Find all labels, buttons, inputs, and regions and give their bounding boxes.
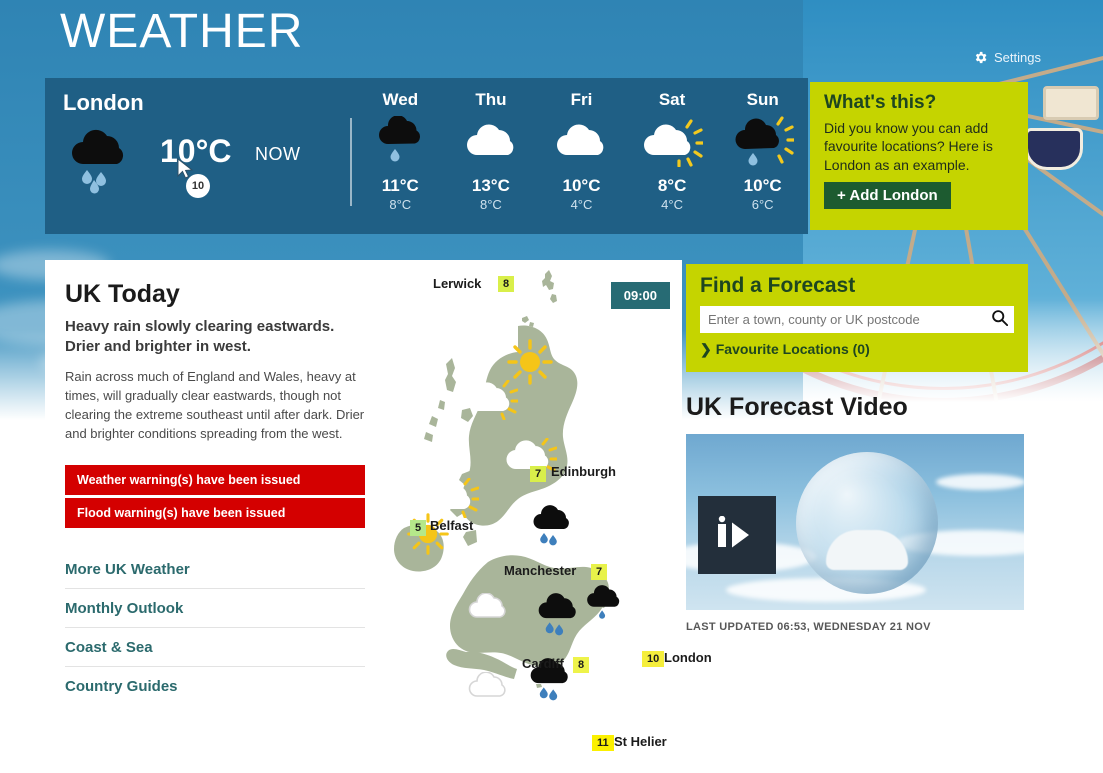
find-forecast-heading: Find a Forecast xyxy=(700,274,856,297)
uk-today-body: Rain across much of England and Wales, h… xyxy=(65,369,365,441)
day-min-temp: 8°C xyxy=(389,197,412,212)
link-more-uk-weather[interactable]: More UK Weather xyxy=(65,550,365,590)
uk-today-text: UK Today Heavy rain slowly clearing east… xyxy=(65,280,365,705)
flood-warning-banner[interactable]: Flood warning(s) have been issued xyxy=(65,498,365,529)
uk-today-links: More UK Weather Monthly Outlook Coast & … xyxy=(65,550,365,705)
city-label-cardiff: Cardiff xyxy=(522,656,564,671)
uk-weather-map[interactable]: 09:00 Lerwick 8 7 Edinburgh 5 Belfast Ma… xyxy=(370,260,712,751)
day-name: Thu xyxy=(475,90,507,109)
day-min-temp: 4°C xyxy=(661,197,683,212)
link-country-guides[interactable]: Country Guides xyxy=(65,667,365,705)
link-monthly-outlook[interactable]: Monthly Outlook xyxy=(65,589,365,629)
day-name: Wed xyxy=(382,90,419,109)
search-row[interactable] xyxy=(700,306,1014,333)
sunny-intervals-icon xyxy=(627,114,718,172)
link-coast-and-sea[interactable]: Coast & Sea xyxy=(65,628,365,668)
cursor-temp-badge: 10 xyxy=(186,174,210,198)
day-forecast-sat[interactable]: Sat 8°C 4°C xyxy=(627,78,718,234)
uk-forecast-video-section: UK Forecast Video LAST UPDATED 06:53, WE… xyxy=(686,393,1028,633)
cloudy-icon xyxy=(536,114,627,172)
current-now-label: NOW xyxy=(255,144,301,164)
bubble-cloud-graphic xyxy=(826,530,908,570)
map-sunny-intervals-icon-north-west xyxy=(466,379,520,425)
light-rain-shower-icon xyxy=(355,114,446,172)
day-name: Sun xyxy=(746,90,779,109)
day-forecast-fri[interactable]: Fri 10°C 4°C xyxy=(536,78,627,234)
uk-today-card: UK Today Heavy rain slowly clearing east… xyxy=(45,260,712,751)
map-rain-icon-north-east-england xyxy=(530,505,572,552)
page-title: WEATHER xyxy=(60,5,304,58)
uk-today-summary: Heavy rain slowly clearing eastwards. Dr… xyxy=(65,318,335,355)
day-forecast-list: Wed 11°C 8°C Thu 13°C 8°C Fri 10°C 4°C S… xyxy=(355,78,808,234)
map-cloud-icon-south-west xyxy=(466,671,512,707)
page-header: WEATHER Settings xyxy=(0,0,1103,78)
settings-button[interactable]: Settings xyxy=(973,50,1041,65)
day-forecast-sun[interactable]: Sun 10°C 6°C xyxy=(717,78,808,234)
settings-label: Settings xyxy=(994,50,1041,65)
city-label-st-helier: St Helier xyxy=(614,734,667,749)
current-conditions[interactable]: London 10°C NOW xyxy=(45,78,350,234)
day-name: Fri xyxy=(570,90,593,109)
play-icon[interactable] xyxy=(698,496,776,574)
weather-warning-banner[interactable]: Weather warning(s) have been issued xyxy=(65,465,365,496)
favourite-locations-link[interactable]: ❯ Favourite Locations (0) xyxy=(700,341,1014,358)
cloudy-icon xyxy=(446,114,537,172)
map-cloud-icon-wales xyxy=(466,592,512,628)
find-forecast-panel: Find a Forecast ❯Favourite Locations (0) xyxy=(686,264,1028,372)
day-min-temp: 4°C xyxy=(570,197,593,212)
day-name: Sat xyxy=(658,90,686,109)
day-min-temp: 8°C xyxy=(479,197,502,212)
current-location-name: London xyxy=(63,90,144,115)
day-max-temp: 10°C xyxy=(562,176,601,195)
city-temp-lerwick: 8 xyxy=(498,276,515,292)
city-temp-belfast: 5 xyxy=(410,520,427,536)
search-icon[interactable] xyxy=(991,309,1009,331)
chevron-right-icon: ❯ xyxy=(700,341,712,357)
city-label-manchester: Manchester xyxy=(504,563,577,578)
day-min-temp: 6°C xyxy=(751,197,774,212)
gear-icon xyxy=(973,50,988,65)
strip-divider xyxy=(350,118,352,206)
map-rain-icon-midlands xyxy=(535,593,579,642)
uk-landmass xyxy=(394,270,612,688)
search-input[interactable] xyxy=(708,312,991,327)
forecast-strip: London 10°C NOW Wed 11°C 8°C Thu 13°C 8°… xyxy=(45,78,808,234)
sunny-rain-shower-icon xyxy=(717,114,808,172)
day-max-temp: 11°C xyxy=(381,176,419,195)
city-label-edinburgh: Edinburgh xyxy=(551,464,616,479)
video-heading: UK Forecast Video xyxy=(686,393,908,421)
favourite-locations-label: Favourite Locations (0) xyxy=(715,341,870,357)
heavy-rain-shower-icon xyxy=(65,128,137,199)
city-temp-st-helier: 11 xyxy=(592,735,614,751)
city-temp-london: 10 xyxy=(642,651,665,667)
video-last-updated: LAST UPDATED 06:53, WEDNESDAY 21 NOV xyxy=(686,621,931,633)
city-label-lerwick: Lerwick xyxy=(433,276,482,291)
mouse-cursor: 10 xyxy=(176,158,216,206)
uk-today-heading: UK Today xyxy=(65,280,180,308)
add-london-button[interactable]: + Add London xyxy=(824,182,951,210)
city-label-belfast: Belfast xyxy=(430,518,474,533)
map-rain-icon-east-anglia xyxy=(583,585,623,628)
city-temp-manchester: 7 xyxy=(591,564,608,580)
city-temp-cardiff: 8 xyxy=(573,657,590,673)
day-forecast-wed[interactable]: Wed 11°C 8°C xyxy=(355,78,446,234)
day-max-temp: 13°C xyxy=(471,176,510,195)
city-temp-edinburgh: 7 xyxy=(530,466,547,482)
day-max-temp: 10°C xyxy=(743,176,782,195)
day-forecast-thu[interactable]: Thu 13°C 8°C xyxy=(446,78,537,234)
weather-bubble-graphic xyxy=(796,452,938,594)
whats-this-body: Did you know you can add favourite locat… xyxy=(824,120,993,173)
city-label-london: London xyxy=(664,650,712,665)
video-thumbnail[interactable] xyxy=(686,434,1024,610)
whats-this-panel: What's this? Did you know you can add fa… xyxy=(810,82,1028,230)
whats-this-heading: What's this? xyxy=(824,92,937,113)
day-max-temp: 8°C xyxy=(657,176,687,195)
